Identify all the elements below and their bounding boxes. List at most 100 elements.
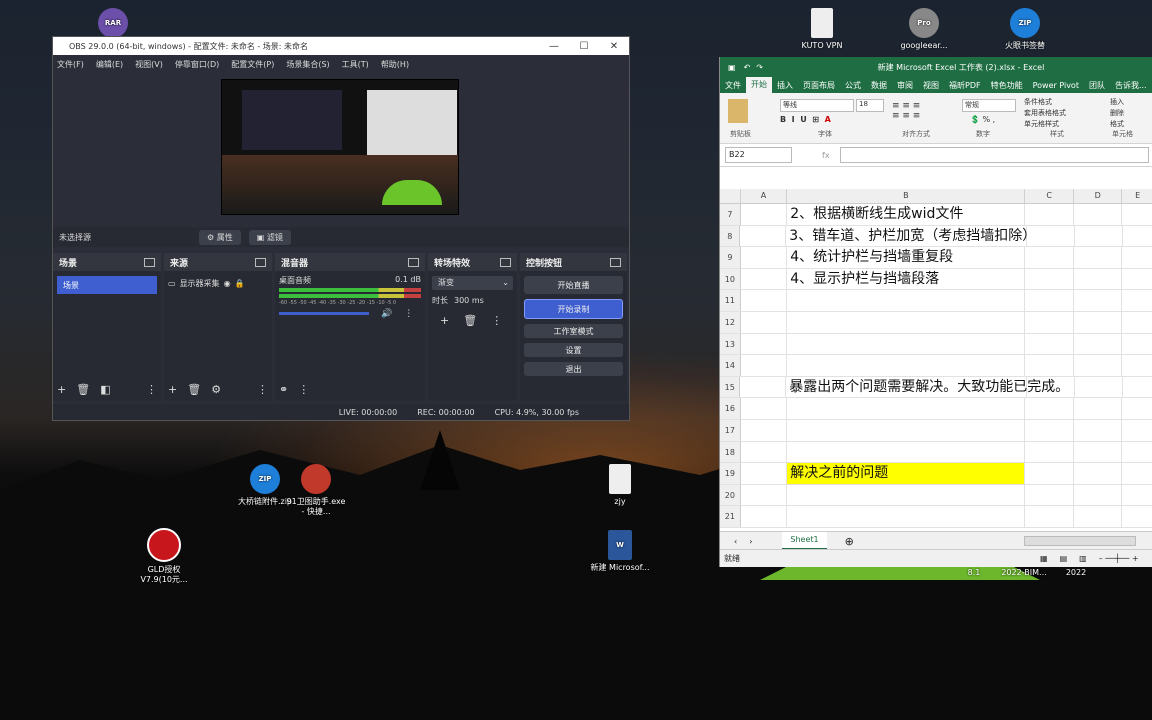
cell-a[interactable] — [741, 355, 788, 376]
gear-icon[interactable]: ⚙ — [211, 383, 221, 396]
lock-icon[interactable]: 🔒 — [235, 279, 245, 288]
menu-edit[interactable]: 编辑(E) — [96, 59, 123, 70]
row-header[interactable]: 17 — [720, 419, 741, 441]
cell-c[interactable] — [1025, 398, 1074, 419]
cell-d[interactable] — [1074, 247, 1123, 268]
cell-b[interactable]: 3、错车道、护栏加宽（考虑挡墙扣除） — [786, 225, 1036, 247]
undock-icon[interactable] — [500, 257, 511, 267]
cell-a[interactable] — [741, 441, 788, 463]
exit-button[interactable]: 退出 — [524, 362, 623, 376]
duration-input[interactable]: 300 ms — [454, 296, 484, 305]
cell-e[interactable] — [1123, 377, 1152, 398]
row-header[interactable]: 13 — [720, 333, 741, 355]
cell-c[interactable] — [1025, 441, 1074, 463]
cell-a[interactable] — [741, 506, 788, 527]
desktop-icon-zip[interactable]: ZIP 火眼书签替 — [993, 8, 1057, 51]
cell-e[interactable] — [1122, 420, 1152, 441]
cell-b[interactable] — [787, 484, 1026, 506]
desktop-icon-kuto-vpn[interactable]: KUTO VPN — [790, 8, 854, 51]
cell-e[interactable] — [1122, 312, 1152, 333]
cell-b[interactable] — [787, 419, 1026, 441]
more-icon[interactable]: ⋮ — [298, 383, 309, 396]
cell-e[interactable] — [1122, 463, 1152, 484]
cell-a[interactable] — [741, 204, 788, 225]
undock-icon[interactable] — [610, 257, 621, 267]
cell-d[interactable] — [1074, 268, 1123, 290]
studio-mode-button[interactable]: 工作室模式 — [524, 324, 623, 338]
chevron-left-icon[interactable]: ‹ — [734, 537, 737, 546]
cell-a[interactable] — [741, 419, 788, 441]
filter-icon[interactable]: ◧ — [100, 383, 110, 396]
cell-d[interactable] — [1074, 419, 1123, 441]
undock-icon[interactable] — [144, 257, 155, 267]
cell-b[interactable] — [787, 290, 1026, 311]
cell-e[interactable] — [1122, 247, 1152, 268]
cell-a[interactable] — [740, 376, 787, 398]
cell-c[interactable] — [1025, 506, 1074, 527]
source-item[interactable]: ▭ 显示器采集 ◉ 🔒 — [168, 276, 268, 290]
menu-scene-collection[interactable]: 场景集合(S) — [286, 59, 329, 70]
excel-titlebar[interactable]: ▣ ↶ ↷ 新建 Microsoft Excel 工作表 (2).xlsx - … — [720, 57, 1152, 77]
cell-c[interactable] — [1025, 247, 1074, 268]
cell-b[interactable] — [787, 441, 1026, 463]
cell-e[interactable] — [1122, 355, 1152, 376]
desktop-icon-googleearth[interactable]: Pro googleear... — [892, 8, 956, 51]
chevron-right-icon[interactable]: › — [749, 537, 752, 546]
menu-file[interactable]: 文件(F) — [57, 59, 84, 70]
cell-d[interactable] — [1074, 204, 1123, 225]
cell-e[interactable] — [1122, 290, 1152, 311]
cell-e[interactable] — [1122, 334, 1152, 355]
cell-d[interactable] — [1074, 333, 1123, 355]
more-icon[interactable]: ⋮ — [146, 383, 157, 396]
obs-preview[interactable] — [221, 79, 459, 215]
start-streaming-button[interactable]: 开始直播 — [524, 276, 623, 294]
select-all-corner[interactable] — [720, 189, 741, 203]
undo-icon[interactable]: ↶ — [744, 63, 751, 72]
cell-e[interactable] — [1122, 506, 1152, 527]
delete-cells-button[interactable]: 删除 — [1110, 108, 1124, 118]
cell-b[interactable]: 4、统计护栏与挡墙重复段 — [787, 247, 1026, 268]
cell-c[interactable] — [1025, 290, 1074, 311]
obs-window[interactable]: OBS 29.0.0 (64-bit, windows) - 配置文件: 未命名… — [52, 36, 630, 421]
name-box[interactable]: B22 — [725, 147, 792, 163]
cell-d[interactable] — [1074, 506, 1123, 527]
excel-window[interactable]: ▣ ↶ ↷ 新建 Microsoft Excel 工作表 (2).xlsx - … — [719, 57, 1152, 567]
cell-c[interactable] — [1025, 268, 1074, 290]
cell-a[interactable] — [741, 311, 788, 333]
cell-c[interactable] — [1025, 311, 1074, 333]
tab-page-layout[interactable]: 页面布局 — [798, 80, 840, 91]
close-icon[interactable]: ✕ — [599, 41, 629, 52]
formula-input[interactable] — [839, 147, 1149, 163]
tab-file[interactable]: 文件 — [720, 80, 746, 91]
cell-c[interactable] — [1025, 355, 1074, 376]
cell-c[interactable] — [1025, 419, 1074, 441]
eye-icon[interactable]: ◉ — [224, 279, 231, 288]
row-header[interactable]: 14 — [720, 355, 741, 376]
cell-d[interactable] — [1074, 463, 1123, 484]
column-header[interactable]: A — [741, 189, 788, 203]
cell-a[interactable] — [741, 398, 788, 419]
row-header[interactable]: 11 — [720, 290, 741, 311]
cell-e[interactable] — [1123, 226, 1152, 247]
trash-icon[interactable]: 🗑 — [463, 314, 477, 327]
minimize-icon[interactable]: — — [539, 41, 569, 52]
tell-me-search[interactable]: 告诉我... — [1110, 80, 1152, 91]
cell-c[interactable] — [1025, 204, 1074, 225]
tab-review[interactable]: 审阅 — [892, 80, 918, 91]
desktop-icon-91-map[interactable]: 91卫图助手.exe - 快捷... — [284, 464, 348, 517]
add-icon[interactable]: + — [57, 383, 66, 396]
page-layout-icon[interactable]: ▤ — [1060, 554, 1068, 563]
function-icon[interactable]: fx — [822, 151, 830, 160]
cell-d[interactable] — [1074, 290, 1123, 311]
properties-button[interactable]: ⚙ 属性 — [199, 229, 241, 245]
cell-c[interactable] — [1025, 484, 1074, 506]
page-break-icon[interactable]: ▥ — [1079, 554, 1087, 563]
add-icon[interactable]: + — [440, 314, 449, 327]
cell-a[interactable] — [740, 225, 787, 247]
font-name-select[interactable]: 等线 — [780, 99, 854, 112]
tab-view[interactable]: 视图 — [918, 80, 944, 91]
cell-a[interactable] — [741, 247, 788, 268]
insert-cells-button[interactable]: 插入 — [1110, 97, 1124, 107]
cell-a[interactable] — [741, 484, 788, 506]
tab-team[interactable]: 团队 — [1084, 80, 1110, 91]
